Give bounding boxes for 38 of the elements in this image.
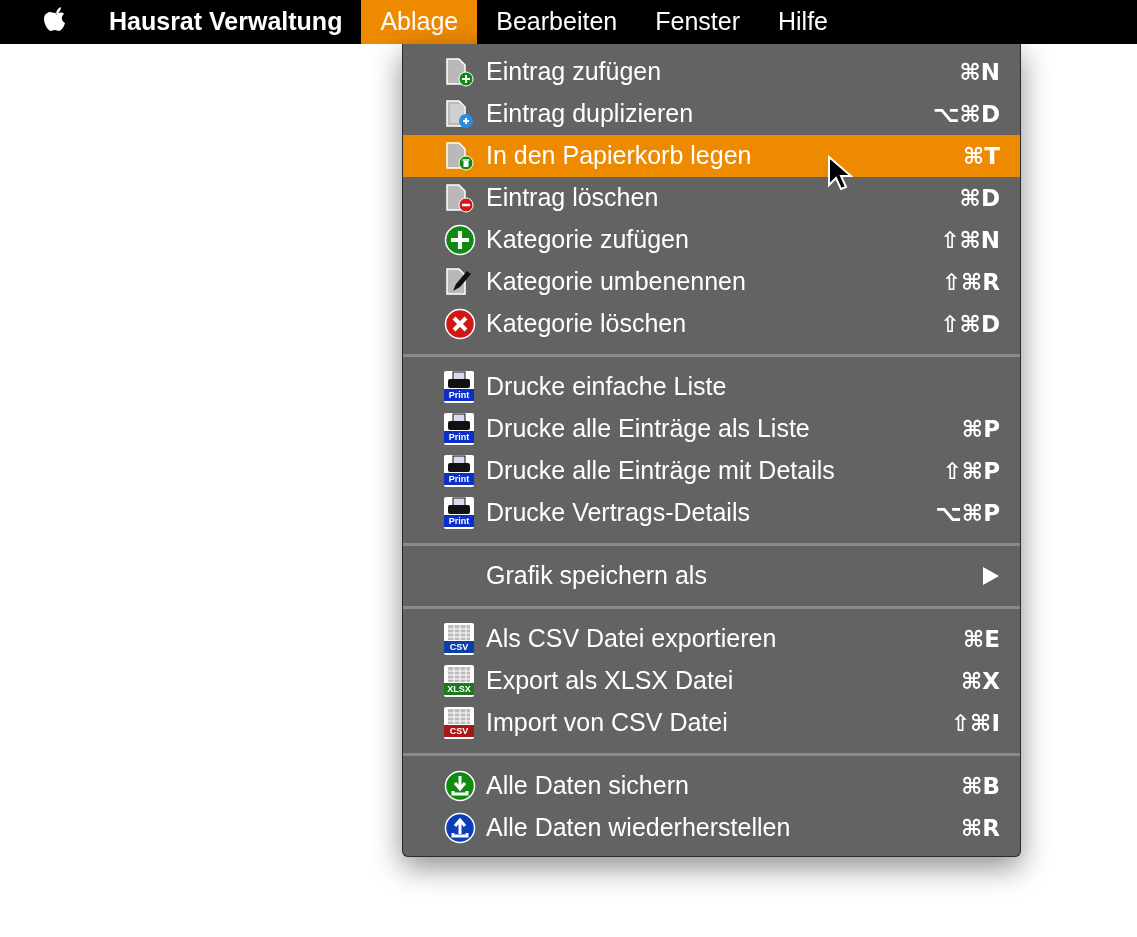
menu-title[interactable]: Hilfe [758,0,847,44]
menu-item[interactable]: XLSX Export als XLSX Datei ⌘X [403,660,1020,702]
document-copy-icon [444,99,474,129]
menu-title[interactable]: Fenster [636,0,759,44]
menu-item[interactable]: Print Drucke alle Einträge mit Details ⇧⌘P [403,450,1020,492]
document-pen-icon [444,267,474,297]
menu-item[interactable]: Print Drucke Vertrags-Details ⌥⌘P [403,492,1020,534]
document-minus-icon [444,183,474,213]
menu-item[interactable]: Print Drucke einfache Liste [403,366,1020,408]
app-name[interactable]: Hausrat Verwaltung [90,3,362,41]
printer-icon: Print [444,497,474,529]
spreadsheet-icon: XLSX [444,665,474,697]
download-circle-icon [444,770,476,802]
spreadsheet-icon: CSV [444,623,474,655]
menu-item[interactable]: Eintrag zufügen ⌘N [403,51,1020,93]
menu-item[interactable]: CSV Als CSV Datei exportieren ⌘E [403,618,1020,660]
printer-icon: Print [444,413,474,445]
plus-circle-icon [444,224,476,256]
printer-icon: Print [444,455,474,487]
upload-circle-icon [444,812,476,844]
menu-item[interactable]: Grafik speichern als [403,555,1020,597]
pointer-icon [827,155,853,191]
menu-item[interactable]: Kategorie zufügen ⇧⌘N [403,219,1020,261]
document-plus-icon [444,57,474,87]
menu-item[interactable]: CSV Import von CSV Datei ⇧⌘I [403,702,1020,744]
spreadsheet-icon: CSV [444,707,474,739]
menu-item[interactable]: Alle Daten wiederherstellen ⌘R [403,807,1020,849]
menu-item[interactable]: Kategorie umbenennen ⇧⌘R [403,261,1020,303]
menu-item[interactable]: Alle Daten sichern ⌘B [403,765,1020,807]
menu-item[interactable]: Kategorie löschen ⇧⌘D [403,303,1020,345]
printer-icon: Print [444,371,474,403]
close-circle-icon [444,308,476,340]
menu-item[interactable]: Eintrag duplizieren ⌥⌘D [403,93,1020,135]
menu-item[interactable]: Eintrag löschen ⌘D [403,177,1020,219]
menu-item[interactable]: Print Drucke alle Einträge als Liste ⌘P [403,408,1020,450]
menu-title[interactable]: Bearbeiten [477,0,637,44]
document-trash-icon [444,141,474,171]
submenu-arrow-icon [982,566,1000,586]
